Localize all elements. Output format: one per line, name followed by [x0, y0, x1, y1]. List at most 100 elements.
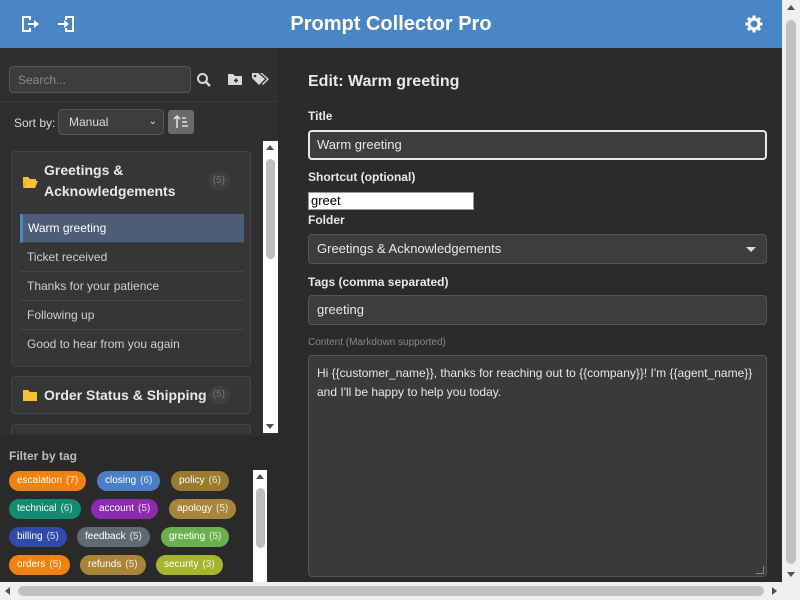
tag-count: (5)	[49, 559, 62, 570]
shortcut-label: Shortcut (optional)	[308, 170, 416, 184]
folder-label: Folder	[308, 213, 345, 227]
scroll-thumb[interactable]	[266, 159, 275, 259]
prompt-item-thanks-patience[interactable]: Thanks for your patience	[20, 272, 244, 301]
app-header: Prompt Collector Pro	[0, 0, 782, 48]
search-input[interactable]	[9, 66, 191, 93]
prompt-item-good-to-hear[interactable]: Good to hear from you again	[20, 330, 244, 359]
tag-policy[interactable]: policy (6)	[171, 471, 229, 491]
editor-heading: Edit: Warm greeting	[308, 73, 460, 90]
tag-count: (5)	[216, 503, 229, 514]
search-row	[0, 48, 278, 102]
folder-count: (5)	[207, 172, 230, 190]
tag-count: (5)	[125, 559, 138, 570]
chevron-down-icon: ⌄	[148, 116, 157, 127]
new-folder-icon[interactable]	[227, 72, 245, 88]
app-title: Prompt Collector Pro	[290, 13, 492, 35]
tag-feedback[interactable]: feedback (5)	[77, 527, 150, 547]
scroll-up-icon[interactable]	[787, 5, 795, 10]
tags-label: Tags (comma separated)	[308, 275, 449, 289]
tag-greeting[interactable]: greeting (5)	[161, 527, 230, 547]
tag-technical[interactable]: technical (6)	[9, 499, 81, 519]
import-icon[interactable]	[56, 14, 76, 34]
shortcut-input[interactable]: greet	[308, 192, 474, 210]
folder-list-scrollbar[interactable]	[263, 141, 278, 433]
folder-select-value: Greetings & Acknowledgements	[317, 241, 502, 256]
tag-security[interactable]: security (3)	[156, 555, 223, 575]
folder-count: (5)	[207, 386, 230, 404]
folder-select[interactable]: Greetings & Acknowledgements	[308, 234, 767, 264]
prompt-item-following-up[interactable]: Following up	[20, 301, 244, 330]
scroll-down-icon[interactable]	[266, 424, 274, 429]
tag-escalation[interactable]: escalation (7)	[9, 471, 87, 491]
sort-direction-button[interactable]	[168, 110, 194, 134]
scroll-thumb[interactable]	[18, 586, 764, 596]
sort-label: Sort by:	[14, 116, 56, 130]
tag-name: policy	[179, 475, 205, 486]
folder-list: Greetings & Acknowledgements (5) Warm gr…	[0, 148, 262, 434]
folder-open-icon	[22, 175, 38, 189]
editor-panel: Edit: Warm greeting Title Warm greeting …	[278, 48, 782, 582]
page-horizontal-scrollbar[interactable]	[0, 582, 782, 600]
folder-name: Greetings & Acknowledgements	[44, 162, 176, 199]
tag-name: technical	[17, 503, 57, 514]
tag-count: (3)	[202, 559, 215, 570]
folder-icon	[22, 388, 38, 402]
title-label: Title	[308, 109, 333, 123]
tag-list-scrollbar[interactable]	[253, 470, 267, 582]
folder-name: Order Status & Shipping	[44, 387, 207, 403]
tag-name: apology	[177, 503, 213, 514]
tag-count: (6)	[60, 503, 73, 514]
tag-count: (6)	[140, 475, 153, 486]
tag-name: billing	[17, 531, 43, 542]
scroll-thumb[interactable]	[786, 20, 796, 564]
tag-name: feedback	[85, 531, 126, 542]
tag-refunds[interactable]: refunds (5)	[80, 555, 146, 575]
scroll-up-icon[interactable]	[266, 145, 274, 150]
scroll-down-icon[interactable]	[787, 572, 795, 577]
sort-icon	[173, 114, 188, 128]
content-text: Hi {{customer_name}}, thanks for reachin…	[317, 366, 753, 399]
tag-name: closing	[105, 475, 137, 486]
tag-orders[interactable]: orders (5)	[9, 555, 70, 575]
scroll-right-icon[interactable]	[772, 587, 777, 595]
tag-billing[interactable]: billing (5)	[9, 527, 67, 547]
tag-count: (6)	[208, 475, 221, 486]
tag-name: orders	[17, 559, 46, 570]
tag-count: (5)	[209, 531, 222, 542]
tag-name: greeting	[169, 531, 206, 542]
tag-apology[interactable]: apology (5)	[169, 499, 237, 519]
tag-name: account	[99, 503, 135, 514]
sort-select[interactable]: Manual ⌄	[58, 109, 164, 135]
filter-title: Filter by tag	[9, 449, 78, 463]
scrollbar-corner	[782, 582, 800, 600]
gear-icon[interactable]	[745, 15, 763, 33]
tags-input[interactable]: greeting	[308, 295, 767, 325]
scroll-left-icon[interactable]	[5, 587, 10, 595]
title-input[interactable]: Warm greeting	[308, 130, 767, 160]
tag-closing[interactable]: closing (6)	[97, 471, 161, 491]
tag-name: refunds	[88, 559, 122, 570]
prompt-item-warm-greeting[interactable]: Warm greeting	[20, 214, 244, 243]
folder-next[interactable]	[11, 424, 251, 434]
tag-count: (5)	[46, 531, 59, 542]
export-icon[interactable]	[20, 14, 40, 34]
search-icon[interactable]	[196, 72, 214, 88]
tag-count: (5)	[138, 503, 151, 514]
tag-count: (5)	[129, 531, 142, 542]
resize-handle-icon[interactable]	[756, 566, 764, 574]
tag-count: (7)	[66, 475, 79, 486]
folder-order-status[interactable]: Order Status & Shipping (5)	[11, 376, 251, 414]
folder-greetings[interactable]: Greetings & Acknowledgements (5) Warm gr…	[11, 151, 251, 367]
tags-icon[interactable]	[251, 72, 269, 88]
content-textarea[interactable]: Hi {{customer_name}}, thanks for reachin…	[308, 355, 767, 577]
tag-name: escalation	[17, 475, 63, 486]
caret-down-icon	[746, 247, 756, 252]
tag-name: security	[164, 559, 199, 570]
page-vertical-scrollbar[interactable]	[782, 0, 800, 582]
scroll-up-icon[interactable]	[256, 474, 264, 479]
sort-value: Manual	[69, 115, 109, 129]
tag-account[interactable]: account (5)	[91, 499, 159, 519]
content-label: Content (Markdown supported)	[308, 337, 446, 348]
scroll-thumb[interactable]	[256, 488, 265, 548]
prompt-item-ticket-received[interactable]: Ticket received	[20, 243, 244, 272]
